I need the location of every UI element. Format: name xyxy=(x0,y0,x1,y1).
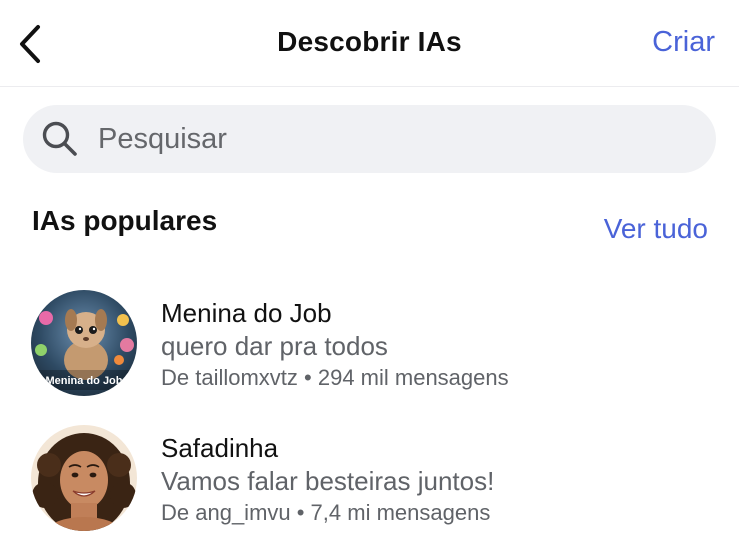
page-title: Descobrir IAs xyxy=(277,26,462,57)
ai-meta: De taillomxvtz • 294 mil mensagens xyxy=(161,365,509,390)
ai-list-item[interactable]: Safadinha Vamos falar besteiras juntos! … xyxy=(0,421,739,541)
ai-description: quero dar pra todos xyxy=(161,331,388,361)
avatar xyxy=(31,425,137,531)
search-bar[interactable] xyxy=(23,105,716,173)
ai-list-item[interactable]: Menina do Job Menina do Job quero dar pr… xyxy=(0,286,739,406)
ai-description: Vamos falar besteiras juntos! xyxy=(161,466,495,496)
ai-name: Safadinha xyxy=(161,433,279,463)
create-button[interactable]: Criar xyxy=(652,26,715,59)
search-input[interactable] xyxy=(96,121,680,157)
see-all-link[interactable]: Ver tudo xyxy=(604,213,708,245)
section-title-popular: IAs populares xyxy=(32,205,218,236)
ai-name: Menina do Job xyxy=(161,298,332,328)
ai-meta: De ang_imvu • 7,4 mi mensagens xyxy=(161,500,491,525)
avatar: Menina do Job xyxy=(31,290,137,396)
search-icon xyxy=(40,119,80,159)
top-navigation-bar: Descobrir IAs Criar xyxy=(0,0,739,87)
avatar-caption: Menina do Job xyxy=(46,375,123,387)
